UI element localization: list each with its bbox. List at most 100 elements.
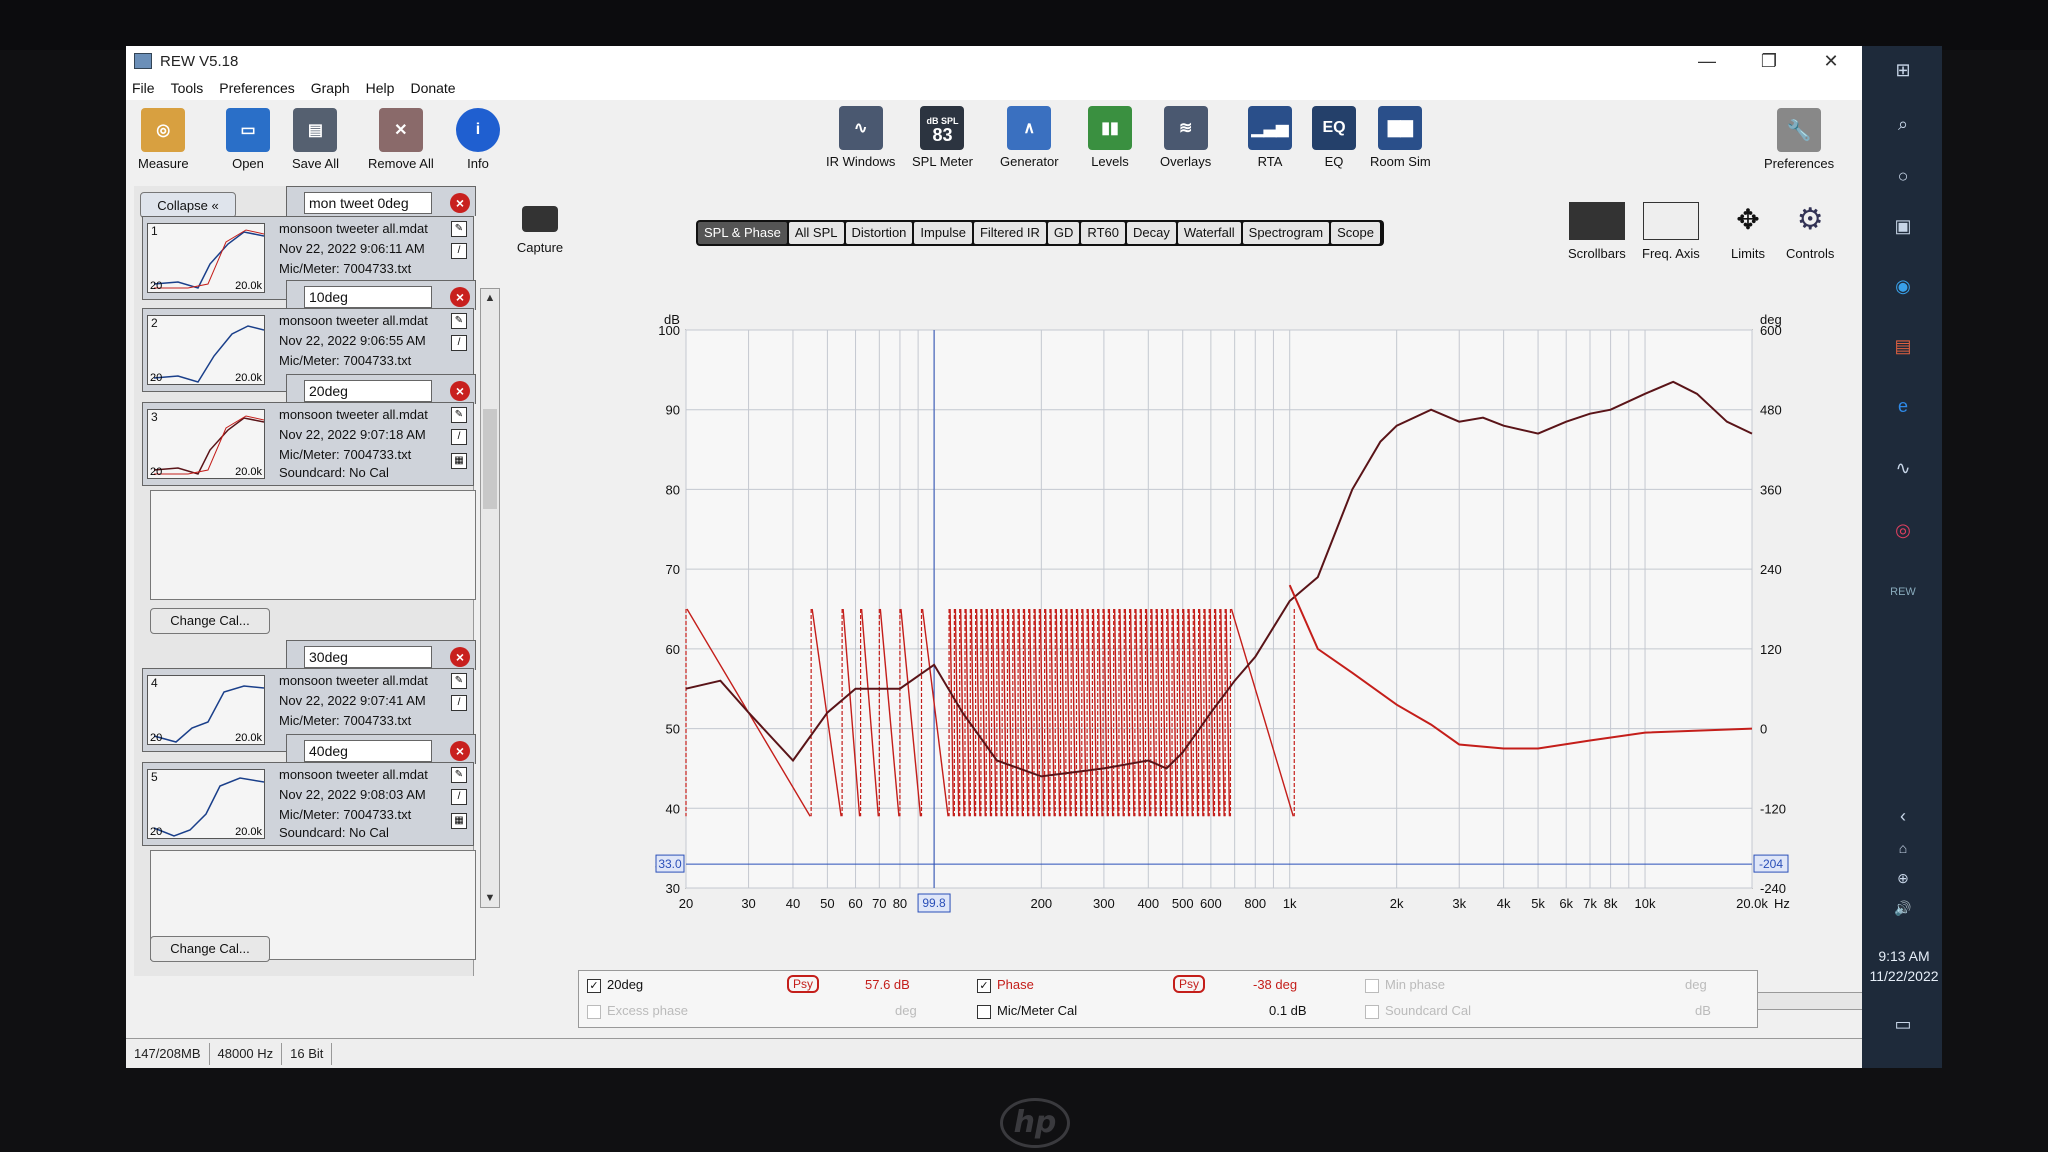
pencil-icon[interactable]: / (451, 335, 467, 351)
eq-button[interactable]: EQ EQ (1312, 106, 1356, 169)
trace-checkbox[interactable] (1365, 1004, 1379, 1019)
measurement-card[interactable]: 5 20 20.0k monsoon tweeter all.mdat Nov … (142, 762, 474, 846)
chevron-left-icon[interactable]: ‹ (1890, 806, 1916, 830)
limits-button[interactable]: ✥ Limits (1720, 202, 1776, 261)
pencil-icon[interactable]: / (451, 789, 467, 805)
cortana-icon[interactable]: ○ (1890, 166, 1916, 190)
notifications-icon[interactable]: ▭ (1890, 1014, 1916, 1038)
tab-distortion[interactable]: Distortion (845, 222, 913, 244)
minimize-button[interactable]: — (1676, 46, 1738, 76)
collapse-button[interactable]: Collapse « (140, 192, 236, 218)
legend-trace-phase[interactable]: ✓ Phase (977, 977, 1034, 993)
generator-button[interactable]: ∧ Generator (1000, 106, 1059, 169)
tab-all-spl[interactable]: All SPL (788, 222, 844, 244)
spl-meter-button[interactable]: dB SPL 83 SPL Meter (912, 106, 973, 169)
pencil-icon[interactable]: / (451, 695, 467, 711)
tab-spectrogram[interactable]: Spectrogram (1242, 222, 1330, 244)
edge-icon[interactable]: ◉ (1890, 276, 1916, 300)
change-cal-button[interactable]: Change Cal... (150, 936, 270, 962)
overlays-button[interactable]: ≋ Overlays (1160, 106, 1211, 169)
delete-measurement-icon[interactable]: × (450, 741, 470, 761)
spl-phase-chart[interactable]: 2030405060708099.82003004005006008001k2k… (556, 278, 1862, 978)
menu-file[interactable]: File (132, 80, 155, 96)
rta-button[interactable]: ▁▃▅ RTA (1248, 106, 1292, 169)
tab-scope[interactable]: Scope (1331, 222, 1380, 244)
volume-icon[interactable]: 🔊 (1890, 900, 1916, 924)
edit-notes-icon[interactable]: ✎ (451, 221, 467, 237)
tab-rt60[interactable]: RT60 (1081, 222, 1125, 244)
info-button[interactable]: i Info (456, 108, 500, 171)
open-button[interactable]: ▭ Open (226, 108, 270, 171)
calibration-icon[interactable]: ▦ (451, 813, 467, 829)
menu-graph[interactable]: Graph (311, 80, 350, 96)
calibration-icon[interactable]: ▦ (451, 453, 467, 469)
title-bar[interactable]: REW V5.18 — ❐ ✕ (126, 46, 1862, 76)
restore-button[interactable]: ❐ (1738, 46, 1800, 76)
change-cal-button[interactable]: Change Cal... (150, 608, 270, 634)
levels-button[interactable]: ▮▮ Levels (1088, 106, 1132, 169)
close-button[interactable]: ✕ (1800, 46, 1862, 76)
pencil-icon[interactable]: / (451, 429, 467, 445)
scroll-up-icon[interactable]: ▲ (481, 289, 499, 307)
sidebar-scrollbar[interactable]: ▲ ▼ (480, 288, 500, 908)
trace-checkbox[interactable]: ✓ (587, 978, 601, 993)
ir-windows-button[interactable]: ∿ IR Windows (826, 106, 895, 169)
store-icon[interactable]: ▤ (1890, 336, 1916, 360)
edit-notes-icon[interactable]: ✎ (451, 767, 467, 783)
windows-start-icon[interactable]: ⊞ (1890, 60, 1916, 84)
menu-tools[interactable]: Tools (171, 80, 204, 96)
scroll-thumb[interactable] (483, 409, 497, 509)
network-icon[interactable]: ⌂ (1890, 840, 1916, 864)
measurement-name-input[interactable]: 40deg (304, 740, 432, 762)
tab-impulse[interactable]: Impulse (914, 222, 972, 244)
delete-measurement-icon[interactable]: × (450, 381, 470, 401)
media-icon[interactable]: ◎ (1890, 520, 1916, 544)
measurement-name-input[interactable]: 30deg (304, 646, 432, 668)
tab-filtered-ir[interactable]: Filtered IR (973, 222, 1046, 244)
search-icon[interactable]: ⌕ (1890, 114, 1916, 138)
legend-trace-excess-phase[interactable]: Excess phase (587, 1003, 688, 1019)
tab-decay[interactable]: Decay (1126, 222, 1176, 244)
edit-notes-icon[interactable]: ✎ (451, 313, 467, 329)
freq-axis-button[interactable]: Freq. Axis (1642, 202, 1700, 261)
controls-button[interactable]: ⚙ Controls (1786, 202, 1834, 261)
activity-icon[interactable]: ∿ (1890, 458, 1916, 482)
trace-checkbox[interactable] (1365, 978, 1379, 993)
legend-trace-20deg[interactable]: ✓ 20deg (587, 977, 643, 993)
trace-checkbox[interactable] (977, 1004, 991, 1019)
save-all-button[interactable]: ▤ Save All (292, 108, 339, 171)
pencil-icon[interactable]: / (451, 243, 467, 259)
task-view-icon[interactable]: ▣ (1890, 216, 1916, 240)
delete-measurement-icon[interactable]: × (450, 193, 470, 213)
edit-notes-icon[interactable]: ✎ (451, 407, 467, 423)
rew-taskbar-icon[interactable]: REW (1890, 586, 1916, 610)
measurement-notes-area[interactable] (150, 490, 476, 600)
measurement-name-input[interactable]: 10deg (304, 286, 432, 308)
edit-notes-icon[interactable]: ✎ (451, 673, 467, 689)
internet-explorer-icon[interactable]: e (1890, 396, 1916, 420)
tab-spl-phase[interactable]: SPL & Phase (698, 222, 787, 244)
preferences-button[interactable]: 🔧 Preferences (1764, 108, 1834, 171)
room-sim-button[interactable]: ▇▇ Room Sim (1370, 106, 1431, 169)
remove-all-button[interactable]: ✕ Remove All (368, 108, 434, 171)
measure-button[interactable]: ◎ Measure (138, 108, 189, 171)
menu-preferences[interactable]: Preferences (219, 80, 294, 96)
delete-measurement-icon[interactable]: × (450, 647, 470, 667)
trace-checkbox[interactable]: ✓ (977, 978, 991, 993)
measurement-card-selected[interactable]: 3 20 20.0k monsoon tweeter all.mdat Nov … (142, 402, 474, 486)
delete-measurement-icon[interactable]: × (450, 287, 470, 307)
tab-waterfall[interactable]: Waterfall (1177, 222, 1241, 244)
measurement-name-input[interactable]: 20deg (304, 380, 432, 402)
measurement-name-input[interactable]: mon tweet 0deg (304, 192, 432, 214)
tab-gd[interactable]: GD (1047, 222, 1080, 244)
capture-button[interactable]: Capture (510, 206, 570, 255)
menu-help[interactable]: Help (366, 80, 395, 96)
legend-trace-mic-cal[interactable]: Mic/Meter Cal (977, 1003, 1077, 1019)
taskbar-clock[interactable]: 9:13 AM 11/22/2022 (1866, 946, 1942, 986)
scroll-down-icon[interactable]: ▼ (481, 889, 499, 907)
scrollbars-button[interactable]: Scrollbars (1568, 202, 1626, 261)
language-icon[interactable]: ⊕ (1890, 870, 1916, 894)
legend-trace-min-phase[interactable]: Min phase (1365, 977, 1445, 993)
legend-trace-soundcard-cal[interactable]: Soundcard Cal (1365, 1003, 1471, 1019)
trace-checkbox[interactable] (587, 1004, 601, 1019)
